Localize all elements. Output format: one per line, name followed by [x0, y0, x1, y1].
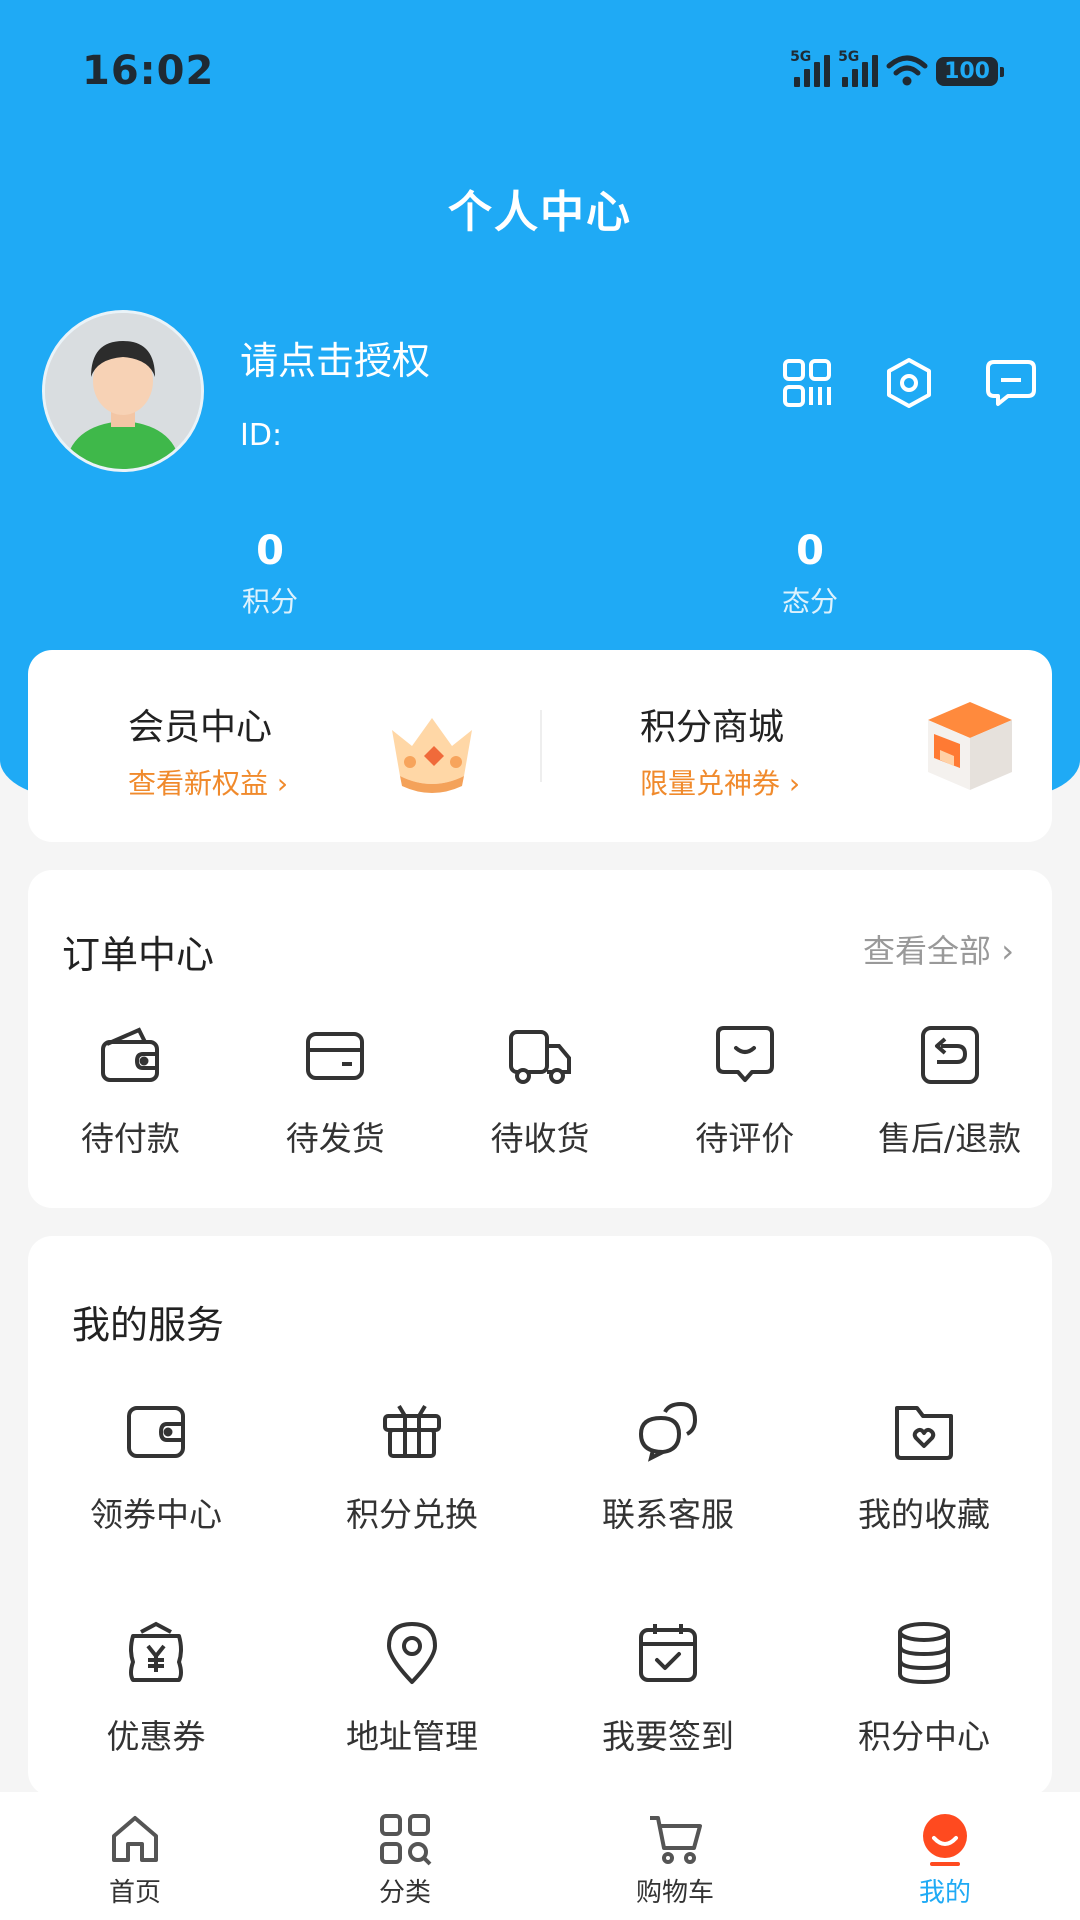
chat-icon [638, 1401, 698, 1462]
service-label: 地址管理 [346, 1717, 478, 1756]
yen-coupon-icon [129, 1621, 183, 1682]
order-pending-payment[interactable]: 待付款 [28, 1020, 233, 1160]
order-pending-shipment[interactable]: 待发货 [233, 1020, 438, 1160]
settings-icon[interactable] [882, 356, 936, 410]
gift-icon [383, 1404, 441, 1458]
see-all-orders-link[interactable]: 查看全部 › [863, 926, 1014, 972]
network-label-2: 5G [838, 49, 860, 65]
service-label: 优惠券 [106, 1717, 206, 1756]
battery-indicator: 100 [936, 56, 1004, 86]
avatar[interactable] [42, 310, 204, 472]
tab-profile[interactable]: 我的 [810, 1792, 1080, 1920]
order-center-card: 订单中心 查看全部 › 待付款 待发货 待收货 待评价 售后/退款 [28, 870, 1052, 1208]
service-label: 我要签到 [602, 1717, 734, 1756]
services-row-1: 领券中心 积分兑换 联系客服 我的收藏 [28, 1396, 1052, 1536]
crown-icon [392, 718, 472, 793]
stat-points[interactable]: 0 积分 [170, 528, 370, 620]
order-pending-receipt[interactable]: 待收货 [438, 1020, 643, 1160]
gift-box-icon [928, 702, 1012, 790]
tab-cart[interactable]: 购物车 [540, 1792, 810, 1920]
database-icon [898, 1622, 950, 1685]
stat-label: 积分 [241, 585, 298, 618]
service-label: 积分中心 [858, 1717, 990, 1756]
tab-label: 首页 [108, 1878, 161, 1908]
status-time: 16:02 [82, 48, 215, 94]
message-icon[interactable] [984, 356, 1038, 410]
service-points-exchange[interactable]: 积分兑换 [284, 1396, 540, 1536]
promo-title: 积分商城 [640, 707, 785, 748]
status-bar: 16:02 5G 5G 100 [82, 48, 1004, 98]
profile-name[interactable]: 请点击授权 [240, 330, 430, 385]
network-label-1: 5G [790, 49, 812, 65]
signal-icon: 5G [790, 49, 831, 87]
promo-title: 会员中心 [128, 707, 273, 748]
order-after-sales[interactable]: 售后/退款 [847, 1020, 1052, 1160]
stat-label: 态分 [781, 585, 838, 618]
location-icon [387, 1622, 437, 1684]
order-label: 待发货 [285, 1119, 385, 1158]
comment-icon [715, 1026, 774, 1082]
wallet-icon [101, 1027, 160, 1082]
grid-search-icon [380, 1814, 432, 1866]
service-points-center[interactable]: 积分中心 [796, 1618, 1052, 1758]
wallet-icon [127, 1406, 185, 1458]
service-coupon-center[interactable]: 领券中心 [28, 1396, 284, 1536]
calendar-check-icon [639, 1624, 697, 1682]
page-title: 个人中心 [448, 187, 632, 238]
service-address[interactable]: 地址管理 [284, 1618, 540, 1758]
service-favorites[interactable]: 我的收藏 [796, 1396, 1052, 1536]
tab-label: 分类 [378, 1878, 431, 1908]
services-row-2: 优惠券 地址管理 我要签到 积分中心 [28, 1618, 1052, 1758]
status-right: 5G 5G 100 [790, 49, 1004, 88]
order-pending-review[interactable]: 待评价 [642, 1020, 847, 1160]
points-mall-link[interactable]: 积分商城 限量兑神券 › [540, 650, 1052, 842]
service-label: 积分兑换 [346, 1495, 478, 1534]
header-actions [780, 356, 1038, 410]
stat-value: 0 [256, 528, 284, 574]
signal-icon-2: 5G [838, 49, 879, 87]
bottom-tab-bar: 首页 分类 购物车 我的 [0, 1792, 1080, 1920]
promo-subtitle: 限量兑神券 › [640, 767, 801, 800]
truck-icon [508, 1030, 571, 1084]
wifi-icon [886, 55, 928, 86]
promo-subtitle: 查看新权益 › [128, 767, 289, 800]
return-icon [920, 1026, 979, 1084]
my-services-card: 我的服务 领券中心 积分兑换 联系客服 我的收藏 优惠券 地址管理 我要签到 积… [28, 1236, 1052, 1796]
service-check-in[interactable]: 我要签到 [540, 1618, 796, 1758]
member-center-link[interactable]: 会员中心 查看新权益 › [28, 650, 540, 842]
service-coupons[interactable]: 优惠券 [28, 1618, 284, 1758]
qr-code-icon[interactable] [780, 356, 834, 410]
order-label: 售后/退款 [878, 1119, 1022, 1158]
profile-face-icon [923, 1814, 967, 1866]
avatar-icon [45, 313, 201, 469]
tab-label: 购物车 [635, 1878, 714, 1908]
card-icon [306, 1032, 365, 1080]
service-label: 联系客服 [602, 1495, 734, 1534]
order-label: 待收货 [490, 1119, 590, 1158]
stat-attitude[interactable]: 0 态分 [710, 528, 910, 620]
folder-heart-icon [895, 1406, 953, 1460]
order-label: 待付款 [80, 1119, 180, 1158]
stat-value: 0 [796, 528, 824, 574]
service-label: 领券中心 [90, 1495, 222, 1534]
tab-home[interactable]: 首页 [0, 1792, 270, 1920]
home-icon [112, 1816, 158, 1862]
service-customer-support[interactable]: 联系客服 [540, 1396, 796, 1536]
service-label: 我的收藏 [858, 1495, 990, 1534]
order-status-row: 待付款 待发货 待收货 待评价 售后/退款 [28, 1020, 1052, 1160]
cart-icon [650, 1816, 702, 1864]
order-label: 待评价 [695, 1119, 795, 1158]
section-title: 订单中心 [62, 933, 215, 977]
tab-category[interactable]: 分类 [270, 1792, 540, 1920]
promo-card: 会员中心 查看新权益 › 积分商城 限量兑神券 › [28, 650, 1052, 842]
tab-label: 我的 [918, 1878, 971, 1908]
profile-id: ID: [240, 418, 283, 453]
section-title: 我的服务 [72, 1303, 225, 1347]
